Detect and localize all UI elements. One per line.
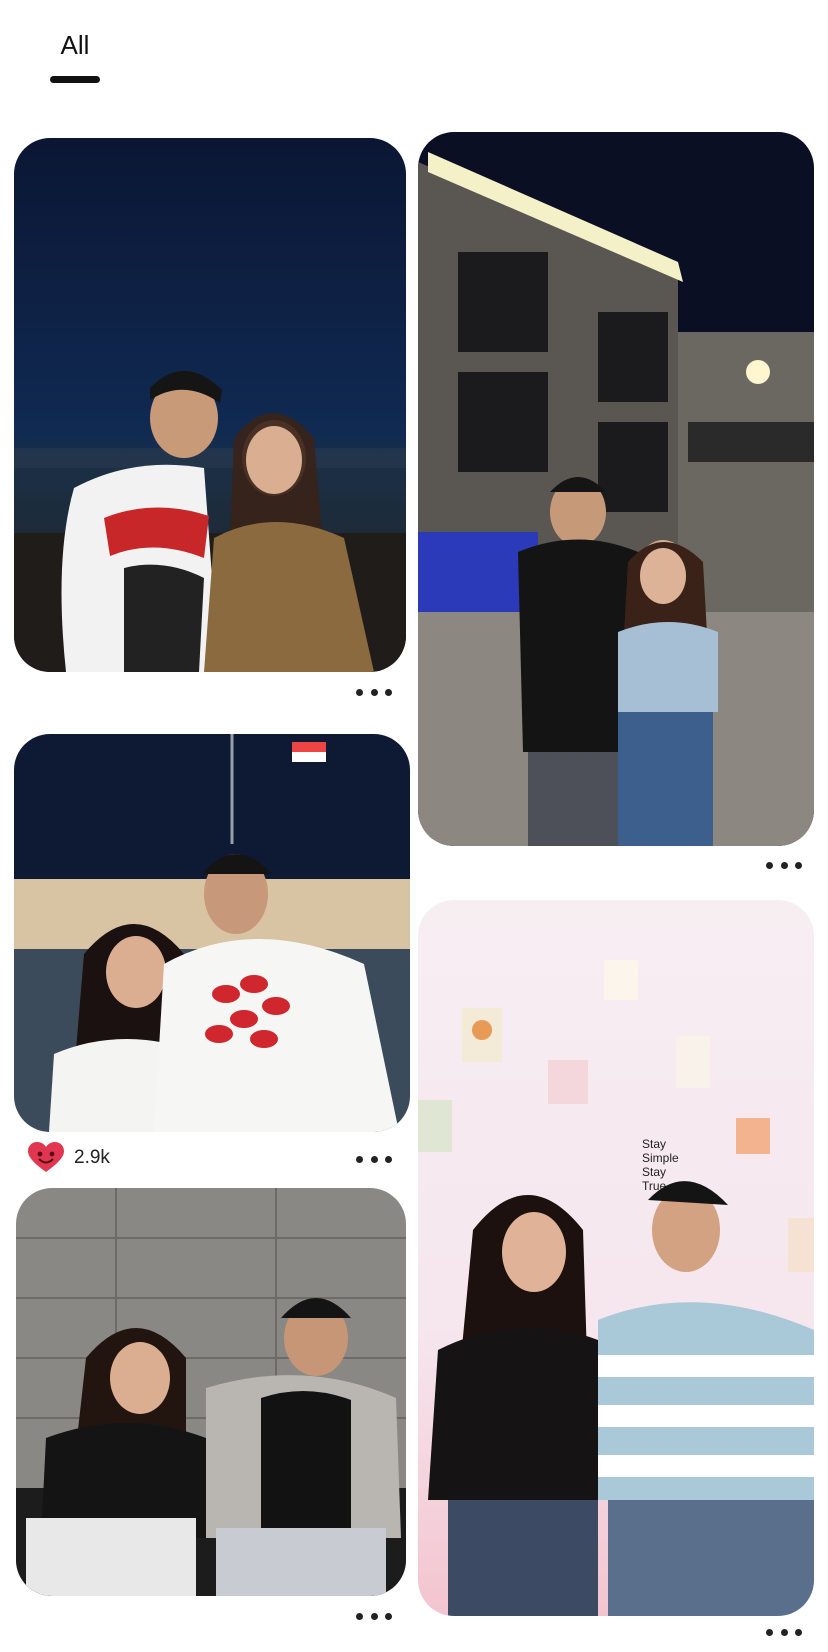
pin-image-couple-pink-room[interactable]: Stay Simple Stay True. [418, 900, 814, 1616]
pin-3-reactions: 2.9k [28, 1140, 110, 1176]
reaction-count: 2.9k [74, 1147, 110, 1168]
photo [14, 138, 406, 672]
pin-image-couple-hoodie[interactable] [14, 734, 410, 1132]
pin-2-more-button[interactable] [766, 857, 802, 873]
tab-all[interactable]: All [50, 22, 100, 88]
photo: Stay Simple Stay True. [418, 900, 814, 1616]
svg-text:Stay: Stay [642, 1137, 666, 1151]
heart-icon[interactable] [28, 1142, 64, 1174]
pin-4-more-button[interactable] [356, 1608, 392, 1624]
pin-3-more-button[interactable] [356, 1151, 392, 1167]
pin-image-couple-sofa[interactable] [16, 1188, 406, 1596]
tab-label: All [60, 30, 90, 60]
svg-text:Stay: Stay [642, 1165, 666, 1179]
svg-text:Simple: Simple [642, 1151, 679, 1165]
pin-image-couple-building[interactable] [418, 132, 814, 846]
pin-5-more-button[interactable] [766, 1624, 802, 1640]
photo [14, 734, 410, 1132]
tab-active-indicator [50, 76, 100, 83]
photo [418, 132, 814, 846]
pin-image-couple-night[interactable] [14, 138, 406, 672]
photo [16, 1188, 406, 1596]
pin-1-more-button[interactable] [356, 684, 392, 700]
